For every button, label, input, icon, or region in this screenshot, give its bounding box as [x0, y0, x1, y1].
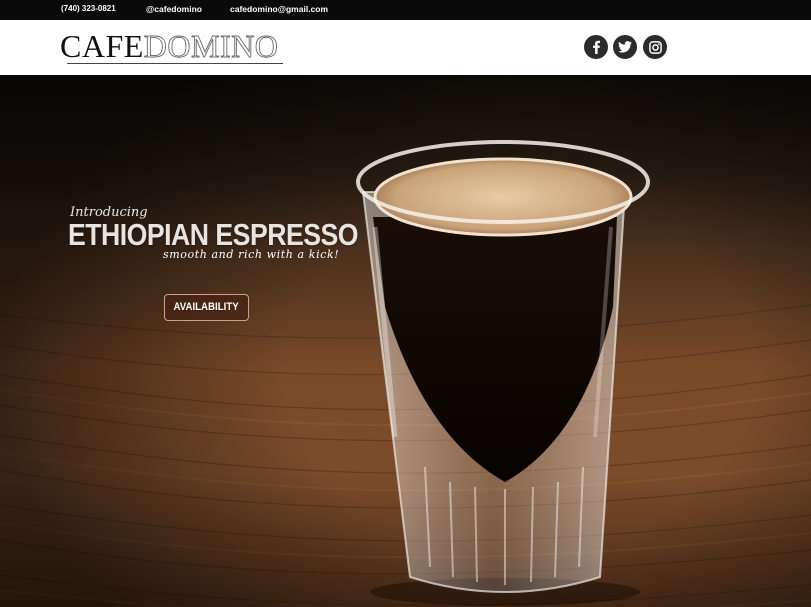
top-contact-bar: (740) 323-0821 @cafedomino cafedomino@gm…: [0, 0, 811, 20]
twitter-button[interactable]: [613, 35, 637, 59]
social-handle[interactable]: @cafedomino: [146, 4, 202, 14]
availability-button-label: AVAILABILITY: [173, 301, 240, 313]
logo-cafe-text: CAFE: [60, 28, 144, 64]
facebook-icon: [590, 40, 602, 54]
logo-domino-text: DOMINO: [143, 28, 279, 64]
instagram-button[interactable]: [643, 35, 667, 59]
availability-button[interactable]: AVAILABILITY: [164, 294, 249, 321]
site-header: CAFEDOMINO: [0, 20, 811, 75]
instagram-icon: [648, 40, 662, 54]
email-address[interactable]: cafedomino@gmail.com: [230, 4, 328, 14]
twitter-icon: [618, 41, 632, 53]
hero-banner: Introducing ETHIOPIAN ESPRESSO smooth an…: [0, 75, 811, 607]
hero-headline: ETHIOPIAN ESPRESSO: [68, 217, 358, 252]
hero-tagline: smooth and rich with a kick!: [163, 248, 340, 261]
espresso-glass-image: [356, 140, 650, 606]
site-logo[interactable]: CAFEDOMINO: [60, 28, 279, 64]
logo-underline: [67, 63, 283, 64]
facebook-button[interactable]: [584, 35, 608, 59]
phone-number[interactable]: (740) 323-0821: [61, 4, 116, 13]
